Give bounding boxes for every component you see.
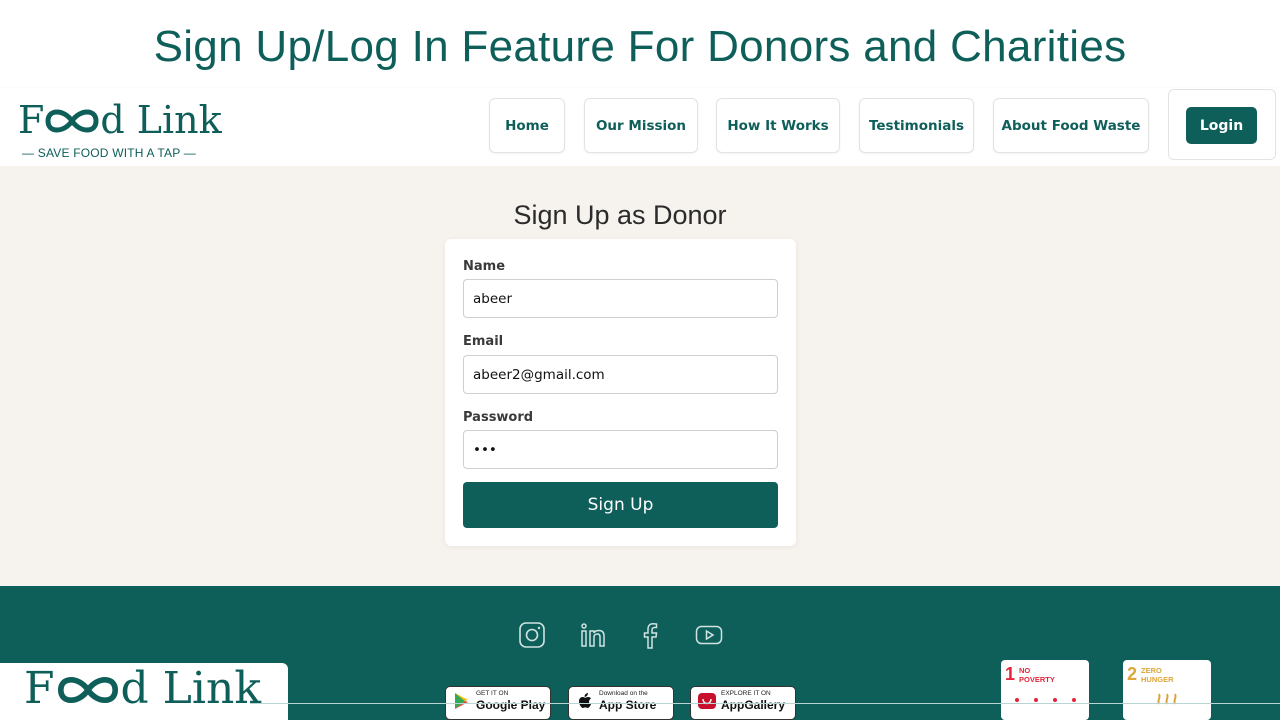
footer: Fd Link GET IT ON Google Play Download o… (0, 586, 1280, 720)
footer-logo-knot-icon (57, 676, 118, 704)
footer-logo[interactable]: Fd Link (0, 663, 288, 720)
sdg-1-people-icon (1015, 698, 1076, 702)
signup-section: Sign Up as Donor Name Email Password Sig… (0, 166, 1280, 586)
bottom-divider (250, 703, 1280, 704)
google-play-small-text: GET IT ON (476, 690, 509, 697)
site-logo[interactable]: Fd Link — SAVE FOOD WITH A TAP — (18, 98, 222, 160)
sdg-1-number: 1 (1005, 664, 1016, 684)
app-store-big-text: App Store (599, 698, 657, 712)
sdg-1-label: NO POVERTY (1019, 666, 1055, 684)
navbar: Fd Link — SAVE FOOD WITH A TAP — Home Ou… (0, 88, 1280, 166)
nav-testimonials[interactable]: Testimonials (859, 98, 974, 153)
app-gallery-small-text: EXPLORE IT ON (721, 690, 771, 697)
signup-form-card: Name Email Password Sign Up (445, 239, 796, 546)
form-title: Sign Up as Donor (513, 200, 727, 230)
logo-knot-icon (45, 109, 99, 133)
app-gallery-big-text: AppGallery (721, 698, 786, 712)
sdg-1-label-line1: NO (1019, 666, 1031, 675)
sdg-2-bowl-icon (1157, 693, 1177, 705)
logo-tagline: — SAVE FOOD WITH A TAP — (22, 146, 196, 160)
app-gallery-icon (698, 693, 716, 709)
footer-logo-wordmark: Fd Link (24, 663, 261, 715)
name-input[interactable] (463, 279, 778, 318)
nav-about-food-waste[interactable]: About Food Waste (993, 98, 1149, 153)
sdg-zero-hunger-card[interactable]: 2 ZERO HUNGER (1123, 660, 1211, 720)
google-play-icon (455, 693, 468, 709)
password-label: Password (463, 410, 534, 425)
sdg-2-label: ZERO HUNGER (1141, 666, 1174, 684)
google-play-big-text: Google Play (476, 698, 546, 712)
sdg-no-poverty-card[interactable]: 1 NO POVERTY (1001, 660, 1089, 720)
instagram-icon[interactable] (517, 620, 547, 650)
footer-logo-word-end: d Link (120, 663, 261, 714)
logo-word-end: d Link (100, 98, 222, 142)
login-container: Login (1168, 89, 1276, 160)
password-input[interactable] (463, 430, 778, 469)
name-label: Name (463, 259, 506, 274)
sdg-2-label-line2: HUNGER (1141, 675, 1174, 684)
nav-home[interactable]: Home (489, 98, 565, 153)
youtube-icon[interactable] (694, 620, 724, 650)
app-store-small-text: Download on the (599, 690, 648, 697)
nav-our-mission[interactable]: Our Mission (584, 98, 698, 153)
signup-button[interactable]: Sign Up (463, 482, 778, 528)
logo-word-start: F (18, 98, 45, 142)
sdg-1-label-line2: POVERTY (1019, 675, 1055, 684)
email-input[interactable] (463, 355, 778, 394)
facebook-icon[interactable] (635, 620, 665, 650)
nav-how-it-works[interactable]: How It Works (716, 98, 840, 153)
sdg-2-number: 2 (1127, 664, 1138, 684)
login-button[interactable]: Login (1186, 107, 1257, 144)
footer-logo-word-start: F (24, 663, 55, 714)
slide-title: Sign Up/Log In Feature For Donors and Ch… (153, 22, 1127, 71)
sdg-2-label-line1: ZERO (1141, 666, 1162, 675)
email-label: Email (463, 334, 504, 349)
linkedin-icon[interactable] (578, 620, 608, 650)
logo-wordmark: Fd Link (18, 98, 222, 142)
apple-icon (579, 693, 591, 708)
